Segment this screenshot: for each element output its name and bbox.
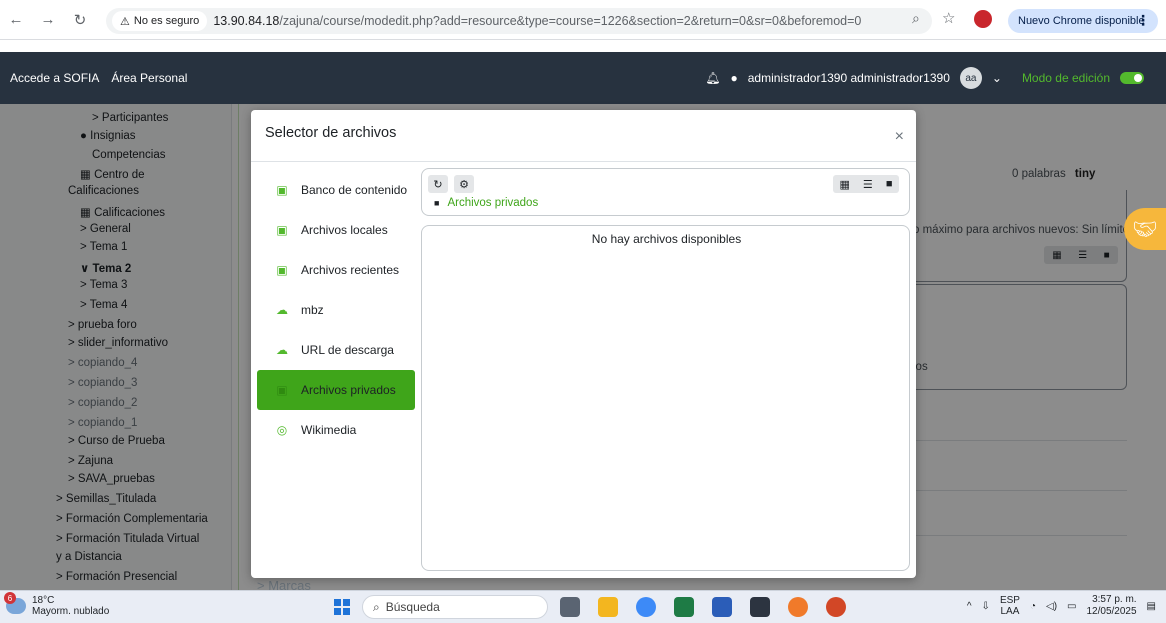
repository-item[interactable]: ▣ Archivos locales: [257, 210, 415, 250]
chevron-down-icon[interactable]: ⌄: [992, 71, 1002, 85]
repository-item[interactable]: ◎ Wikimedia: [257, 410, 415, 450]
system-tray: ^ ⇩ ESP LAA ◔ ◁) ▭ 3:57 p. m. 12/05/2025…: [967, 594, 1156, 618]
cloud-upload-icon: ☁: [276, 303, 288, 317]
view-switcher: ▦ ☰ ■: [833, 175, 899, 193]
grid-view-icon[interactable]: ▦: [840, 178, 850, 191]
weather-temp: 18°C: [32, 595, 55, 606]
site-navbar: Accede a SOFIA Área Personal 🔔︎ ● admini…: [0, 52, 1166, 104]
warning-icon: ⚠: [120, 15, 130, 28]
lang-code: ESP: [999, 595, 1020, 606]
repository-item[interactable]: ▣ Archivos privados: [257, 370, 415, 410]
wifi-icon[interactable]: ◔: [1030, 601, 1036, 612]
dialog-title: Selector de archivos: [265, 125, 397, 141]
file-list-area: No hay archivos disponibles: [421, 225, 910, 571]
edit-mode-toggle[interactable]: [1120, 72, 1144, 84]
extension-icon[interactable]: [974, 10, 992, 28]
dialog-header: Selector de archivos ×: [251, 110, 916, 162]
tree-view-folder-icon[interactable]: ■: [886, 178, 893, 190]
repository-label: Archivos locales: [301, 223, 388, 237]
browser-toolbar: ← → ↻ ⚠ No es seguro 13.90.84.18/zajuna/…: [0, 0, 1166, 40]
clock-time: 3:57 p. m.: [1092, 594, 1137, 605]
edit-mode-label: Modo de edición: [1021, 71, 1110, 85]
handshake-icon[interactable]: 🤝︎: [1124, 208, 1166, 250]
firefox-icon[interactable]: [788, 597, 808, 617]
repository-label: mbz: [301, 303, 324, 317]
excel-icon[interactable]: [674, 597, 694, 617]
repository-label: Archivos privados: [301, 383, 396, 397]
folder-icon: ■: [434, 198, 440, 208]
security-chip[interactable]: ⚠ No es seguro: [112, 11, 208, 31]
chevron-up-icon[interactable]: ^: [967, 601, 972, 612]
repository-label: Wikimedia: [301, 423, 357, 437]
weather-desc: Mayorm. nublado: [32, 606, 110, 617]
windows-taskbar: 6 18°C Mayorm. nublado ⌕ Búsqueda ^ ⇩ ES…: [0, 590, 1166, 623]
repository-icon: ▣: [276, 263, 288, 277]
repository-item[interactable]: ☁ URL de descarga: [257, 330, 415, 370]
cloud-upload-icon: ☁: [276, 343, 288, 357]
empty-message: No hay archivos disponibles: [591, 232, 742, 246]
terminal-icon[interactable]: [750, 597, 770, 617]
clock-date: 12/05/2025: [1086, 606, 1137, 617]
update-label: Nuevo Chrome disponible: [1018, 15, 1145, 27]
repository-icon: ▣: [276, 383, 288, 397]
security-label: No es seguro: [133, 15, 200, 27]
layout-code: LAA: [1000, 606, 1020, 617]
repository-item[interactable]: ▣ Archivos recientes: [257, 250, 415, 290]
nav-link-area-personal[interactable]: Área Personal: [111, 71, 187, 85]
notifications-icon[interactable]: ▤: [1147, 601, 1156, 612]
address-bar[interactable]: ⚠ No es seguro 13.90.84.18/zajuna/course…: [106, 8, 932, 34]
chrome-icon[interactable]: [636, 597, 656, 617]
refresh-icon[interactable]: ↻: [428, 175, 448, 193]
breadcrumb: ■ Archivos privados: [434, 197, 538, 209]
volume-icon[interactable]: ◁): [1046, 601, 1057, 612]
file-picker-toolbar: ↻ ⚙ ▦ ☰ ■ ■ Archivos privados: [421, 168, 910, 216]
chrome-update-button[interactable]: Nuevo Chrome disponible ⋮: [1008, 9, 1158, 33]
reload-icon[interactable]: ↻: [68, 8, 92, 32]
close-icon[interactable]: ×: [895, 128, 904, 146]
file-explorer-icon[interactable]: [598, 597, 618, 617]
nav-link-sofia[interactable]: Accede a SOFIA: [10, 71, 99, 85]
chat-icon[interactable]: ●: [731, 71, 738, 85]
repository-item[interactable]: ☁ mbz: [257, 290, 415, 330]
repository-item[interactable]: ▣ Banco de contenido: [257, 170, 415, 210]
url-text[interactable]: 13.90.84.18/zajuna/course/modedit.php?ad…: [213, 14, 861, 28]
task-view-icon[interactable]: [560, 597, 580, 617]
search-icon: ⌕: [373, 599, 380, 614]
word-icon[interactable]: [712, 597, 732, 617]
settings-gear-icon[interactable]: ⚙: [454, 175, 474, 193]
back-icon[interactable]: ←: [4, 8, 28, 32]
avatar[interactable]: aa: [959, 67, 982, 89]
taskbar-search[interactable]: ⌕ Búsqueda: [362, 595, 548, 619]
zoom-icon[interactable]: ⌕: [912, 10, 920, 27]
windows-start-icon[interactable]: [334, 599, 350, 615]
file-picker-dialog: Selector de archivos × ▣ Banco de conteni…: [251, 110, 916, 578]
forward-icon[interactable]: →: [36, 8, 60, 32]
weather-widget[interactable]: 6 18°C Mayorm. nublado: [4, 592, 110, 617]
usb-icon[interactable]: ⇩: [982, 601, 990, 612]
bookmark-star-icon[interactable]: ☆: [942, 9, 955, 27]
repository-label: URL de descarga: [301, 343, 394, 357]
repository-label: Banco de contenido: [301, 183, 408, 197]
repository-icon: ▣: [276, 223, 288, 237]
bell-icon[interactable]: 🔔︎: [705, 71, 720, 85]
search-label: Búsqueda: [385, 600, 440, 614]
repository-icon: ▣: [276, 183, 288, 197]
powerpoint-icon[interactable]: [826, 597, 846, 617]
user-name[interactable]: administrador1390 administrador1390: [748, 71, 950, 85]
cloud-icon: 6: [4, 592, 26, 614]
menu-dots-icon[interactable]: ⋮: [1136, 12, 1150, 29]
breadcrumb-item[interactable]: Archivos privados: [447, 197, 538, 209]
clock[interactable]: 3:57 p. m. 12/05/2025: [1086, 594, 1136, 618]
battery-icon[interactable]: ▭: [1067, 601, 1076, 612]
list-view-icon[interactable]: ☰: [863, 178, 873, 191]
url-path: /zajuna/course/modedit.php?add=resource&…: [279, 14, 862, 28]
language-indicator[interactable]: ESP LAA: [1000, 595, 1020, 617]
wikimedia-icon: ◎: [276, 423, 288, 437]
notification-badge: 6: [4, 592, 16, 604]
url-host: 13.90.84.18: [213, 14, 280, 28]
repository-label: Archivos recientes: [301, 263, 400, 277]
